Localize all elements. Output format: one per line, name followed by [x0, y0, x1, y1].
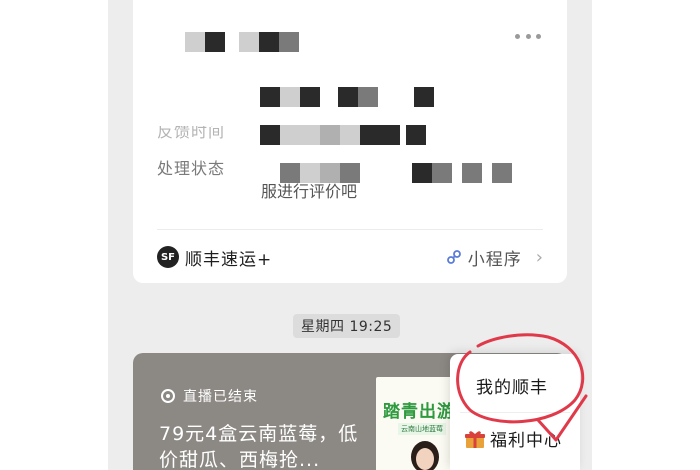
- live-ended-icon: [161, 389, 175, 403]
- live-title: 79元4盒云南蓝莓，低价甜瓜、西梅抢...: [159, 423, 359, 470]
- card-divider: [157, 229, 543, 230]
- feedback-time-label: 反馈时间: [157, 122, 226, 141]
- sender-account[interactable]: SF 顺丰速运+: [157, 245, 272, 270]
- live-status-text: 直播已结束: [183, 389, 258, 405]
- live-status: 直播已结束: [161, 386, 258, 406]
- menu-divider: [460, 412, 570, 413]
- redacted-text-1: [260, 87, 434, 107]
- chat-timestamp: 星期四 19:25: [293, 314, 401, 338]
- thumbnail-tag: 云南山地蓝莓: [398, 423, 446, 435]
- presenter-image: [411, 441, 439, 470]
- menu-item-my-sf[interactable]: 我的顺丰: [476, 373, 548, 398]
- menu-item-label: 我的顺丰: [476, 378, 548, 398]
- mini-program-label: 小程序: [467, 249, 522, 270]
- gift-icon: [465, 430, 485, 448]
- redacted-time: [260, 125, 426, 145]
- thumbnail-title: 踏青出游: [383, 402, 455, 422]
- menu-item-label: 福利中心: [490, 431, 562, 451]
- processing-status-label: 处理状态: [157, 159, 226, 178]
- more-icon[interactable]: [515, 30, 541, 42]
- sender-name: 顺丰速运+: [185, 249, 273, 270]
- menu-item-benefits[interactable]: 福利中心: [464, 426, 562, 451]
- card-footer: SF 顺丰速运+ 小程序 ›: [157, 240, 543, 274]
- sf-logo-icon: SF: [157, 246, 179, 268]
- redacted-title: [185, 32, 299, 52]
- status-value-text: 服进行评价吧: [261, 182, 358, 201]
- popup-menu: 我的顺丰 福利中心: [450, 354, 580, 470]
- chevron-right-icon: ›: [535, 246, 543, 268]
- mini-program-link[interactable]: 小程序 ›: [446, 245, 543, 270]
- link-icon: [446, 250, 461, 264]
- service-message-card[interactable]: 反馈时间 处理状态 服进行评价吧 SF 顺丰速运+ 小程序 ›: [133, 0, 567, 283]
